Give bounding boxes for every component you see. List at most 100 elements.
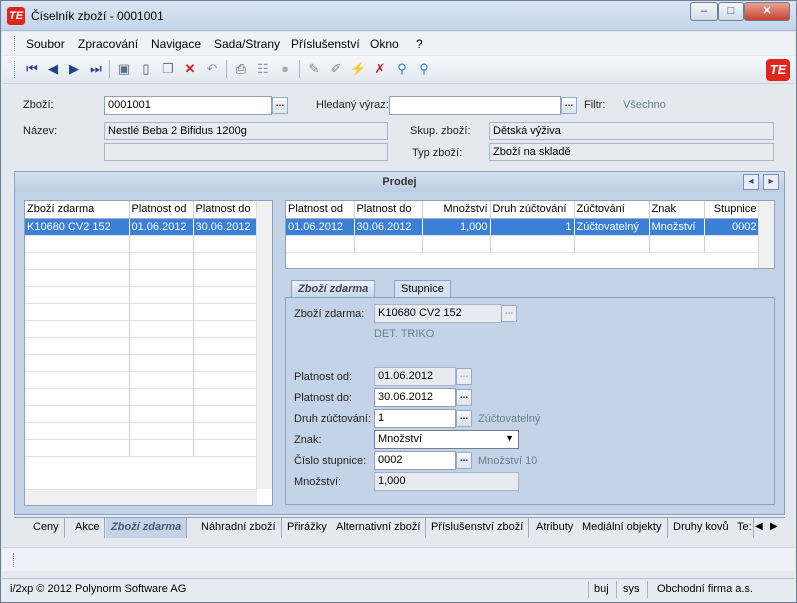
copy-icon[interactable]: ❐ (160, 61, 176, 77)
search-icon[interactable]: ⚲ (394, 61, 410, 77)
tabs-next-icon[interactable]: ▶ (770, 521, 778, 532)
empty-row[interactable] (25, 235, 258, 253)
platnost-do-lookup-button[interactable]: ... (456, 389, 472, 406)
left-grid-vscroll[interactable] (256, 201, 272, 489)
tab-prislusenstvi-zbozi[interactable]: Příslušenství zboží (426, 518, 530, 538)
panel-next-button[interactable]: ▸ (763, 174, 779, 190)
menu-prislusenstvi[interactable]: Příslušenství (291, 37, 360, 51)
empty-row[interactable] (25, 252, 258, 270)
druh-zuctovani-lookup-button[interactable]: ... (456, 410, 472, 427)
column-header[interactable]: Znak (649, 201, 705, 219)
empty-row[interactable] (25, 337, 258, 355)
close-button[interactable]: ✕ (744, 2, 790, 21)
search-input[interactable] (389, 96, 561, 115)
print-icon[interactable]: ⎙ (233, 61, 249, 77)
zbozi-zdarma-lookup-button[interactable]: ... (501, 305, 517, 322)
table-cell[interactable]: Množství (649, 218, 705, 236)
platnost-do-input[interactable]: 30.06.2012 (374, 388, 456, 407)
druh-zuctovani-input[interactable]: 1 (374, 409, 456, 428)
tab-ceny[interactable]: Ceny (28, 518, 65, 538)
edit-icon[interactable]: ✎ (306, 61, 322, 77)
tab-medialni-objekty[interactable]: Mediální objekty (577, 518, 668, 538)
new-icon[interactable]: ▯ (138, 61, 154, 77)
tab-texty[interactable]: Te: (732, 518, 754, 538)
search-advanced-icon[interactable]: ⚲ (416, 61, 432, 77)
right-grid-vscroll[interactable] (758, 201, 774, 268)
next-record-icon[interactable]: ▶ (66, 61, 82, 77)
maximize-button[interactable]: □ (718, 2, 744, 21)
znak-select[interactable]: Množství ▼ (374, 430, 519, 449)
tab-alternativni-zbozi[interactable]: Alternativní zboží (331, 518, 427, 538)
table-cell[interactable]: 01.06.2012 (129, 218, 194, 236)
left-grid-hscroll[interactable] (25, 489, 257, 505)
panel-prev-button[interactable]: ◂ (743, 174, 759, 190)
empty-row[interactable] (25, 320, 258, 338)
cislo-stupnice-lookup-button[interactable]: ... (456, 452, 472, 469)
table-row[interactable]: 01.06.2012 30.06.2012 1,000 1 Zúčtovatel… (286, 218, 760, 236)
tab-nahradni-zbozi[interactable]: Náhradní zboží (196, 518, 282, 538)
column-header[interactable]: Zúčtování (574, 201, 650, 219)
undo-icon[interactable]: ↶ (204, 61, 220, 77)
tools-icon[interactable]: ⚡ (350, 61, 366, 77)
tab-zbozi-zdarma-bottom[interactable]: Zboží zdarma (106, 518, 188, 538)
column-header[interactable]: Platnost od (286, 201, 355, 219)
empty-row[interactable] (25, 269, 258, 287)
minimize-button[interactable]: – (690, 2, 718, 21)
column-header[interactable]: Platnost do (354, 201, 423, 219)
empty-row[interactable] (25, 388, 258, 406)
bottom-tab-bar: Ceny Akce Zboží zdarma Náhradní zboží Př… (14, 517, 785, 538)
menu-zpracovani[interactable]: Zpracování (78, 37, 138, 51)
empty-row[interactable] (25, 371, 258, 389)
platnost-od-lookup-button[interactable]: ... (456, 368, 472, 385)
edit-alt-icon[interactable]: ✐ (328, 61, 344, 77)
first-record-icon[interactable]: ⏮ (24, 61, 40, 77)
delete-icon[interactable]: ✕ (182, 61, 198, 77)
column-header[interactable]: Množství (422, 201, 491, 219)
table-row[interactable]: K10680 CV2 152 01.06.2012 30.06.2012 (25, 218, 258, 236)
empty-row[interactable] (25, 354, 258, 372)
zbozi-lookup-button[interactable]: ... (272, 97, 288, 114)
tab-druhy-kovu[interactable]: Druhy kovů (668, 518, 735, 538)
last-record-icon[interactable]: ⏭ (88, 61, 104, 77)
tab-zbozi-zdarma[interactable]: Zboží zdarma (291, 280, 376, 298)
empty-row[interactable] (25, 439, 258, 457)
zbozi-input[interactable]: 0001001 (104, 96, 272, 115)
cislo-stupnice-input[interactable]: 0002 (374, 451, 456, 470)
empty-row[interactable] (25, 303, 258, 321)
menu-soubor[interactable]: Soubor (26, 37, 65, 51)
table-cell[interactable]: 30.06.2012 (193, 218, 258, 236)
column-header[interactable]: Druh zúčtování (490, 201, 575, 219)
tab-stupnice[interactable]: Stupnice (394, 280, 451, 298)
table-cell[interactable]: 30.06.2012 (354, 218, 423, 236)
cancel-icon[interactable]: ● (277, 61, 293, 77)
tree-icon[interactable]: ☷ (255, 61, 271, 77)
menu-okno[interactable]: Okno (370, 37, 399, 51)
prev-record-icon[interactable]: ◀ (45, 61, 61, 77)
filtr-value[interactable]: Všechno (623, 99, 666, 111)
tabs-prev-icon[interactable]: ◀ (755, 521, 763, 532)
tab-akce[interactable]: Akce (70, 518, 106, 538)
save-icon[interactable]: ▣ (116, 61, 132, 77)
search-lookup-button[interactable]: ... (561, 97, 577, 114)
table-cell[interactable]: 01.06.2012 (286, 218, 355, 236)
empty-row[interactable] (25, 286, 258, 304)
column-header[interactable]: Platnost do (193, 201, 258, 219)
tab-atributy[interactable]: Atributy (531, 518, 580, 538)
table-cell[interactable]: K10680 CV2 152 (25, 218, 130, 236)
column-header[interactable]: Platnost od (129, 201, 194, 219)
bottom-grip (13, 553, 15, 567)
tab-prirazky[interactable]: Přirážky (282, 518, 333, 538)
table-cell[interactable]: 1,000 (422, 218, 491, 236)
table-cell[interactable]: 1 (490, 218, 575, 236)
table-cell[interactable]: Zúčtovatelný (574, 218, 650, 236)
empty-row[interactable] (286, 235, 760, 253)
column-header[interactable]: Zboží zdarma (25, 201, 130, 219)
table-cell[interactable]: 0002 (704, 218, 760, 236)
menu-sada-strany[interactable]: Sada/Strany (214, 37, 280, 51)
menu-help[interactable]: ? (416, 37, 423, 51)
filter-icon[interactable]: ✗ (372, 61, 388, 77)
menu-navigace[interactable]: Navigace (151, 37, 201, 51)
empty-row[interactable] (25, 422, 258, 440)
empty-row[interactable] (25, 405, 258, 423)
column-header[interactable]: Stupnice (704, 201, 760, 219)
